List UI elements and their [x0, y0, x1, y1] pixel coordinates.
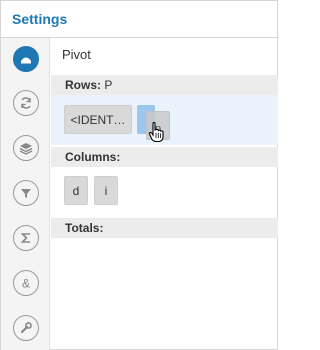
ampersand-icon[interactable]: & [13, 270, 39, 296]
panel-title: Settings [12, 11, 68, 27]
columns-label: Columns: [65, 150, 121, 164]
columns-chip-label: d [72, 183, 80, 198]
columns-chip[interactable]: d [64, 176, 88, 205]
hand-cursor-icon [148, 121, 164, 143]
columns-chip-label: i [104, 183, 108, 198]
columns-header: Columns: [51, 147, 278, 167]
totals-header: Totals: [51, 218, 278, 238]
svg-text:&: & [22, 277, 30, 291]
wrench-icon[interactable] [13, 315, 39, 341]
sigma-icon[interactable] [13, 225, 39, 251]
layers-icon[interactable] [13, 135, 39, 161]
filter-icon[interactable] [13, 180, 39, 206]
pivot-content: Pivot Rows: P <IDENT… p Columns: d i Tot… [51, 39, 278, 350]
totals-drop-zone[interactable] [51, 238, 278, 298]
settings-panel: Settings & Pivot Rows: P <IDENT… p Colum… [0, 0, 278, 350]
rows-chip[interactable]: <IDENT… [64, 105, 132, 134]
rows-drop-zone[interactable]: <IDENT… p [51, 95, 278, 145]
rows-header: Rows: P [51, 75, 278, 95]
panel-header: Settings [1, 1, 277, 38]
totals-label: Totals: [65, 221, 104, 235]
rows-value: P [104, 78, 113, 92]
rows-chip-label: <IDENT… [70, 112, 126, 127]
columns-chip[interactable]: i [94, 176, 118, 205]
columns-drop-zone[interactable]: d i [51, 167, 278, 215]
pivot-icon[interactable] [13, 46, 39, 72]
settings-sidebar: & [1, 38, 50, 350]
pivot-title: Pivot [62, 47, 91, 62]
refresh-icon[interactable] [13, 90, 39, 116]
rows-label: Rows: [65, 78, 101, 92]
